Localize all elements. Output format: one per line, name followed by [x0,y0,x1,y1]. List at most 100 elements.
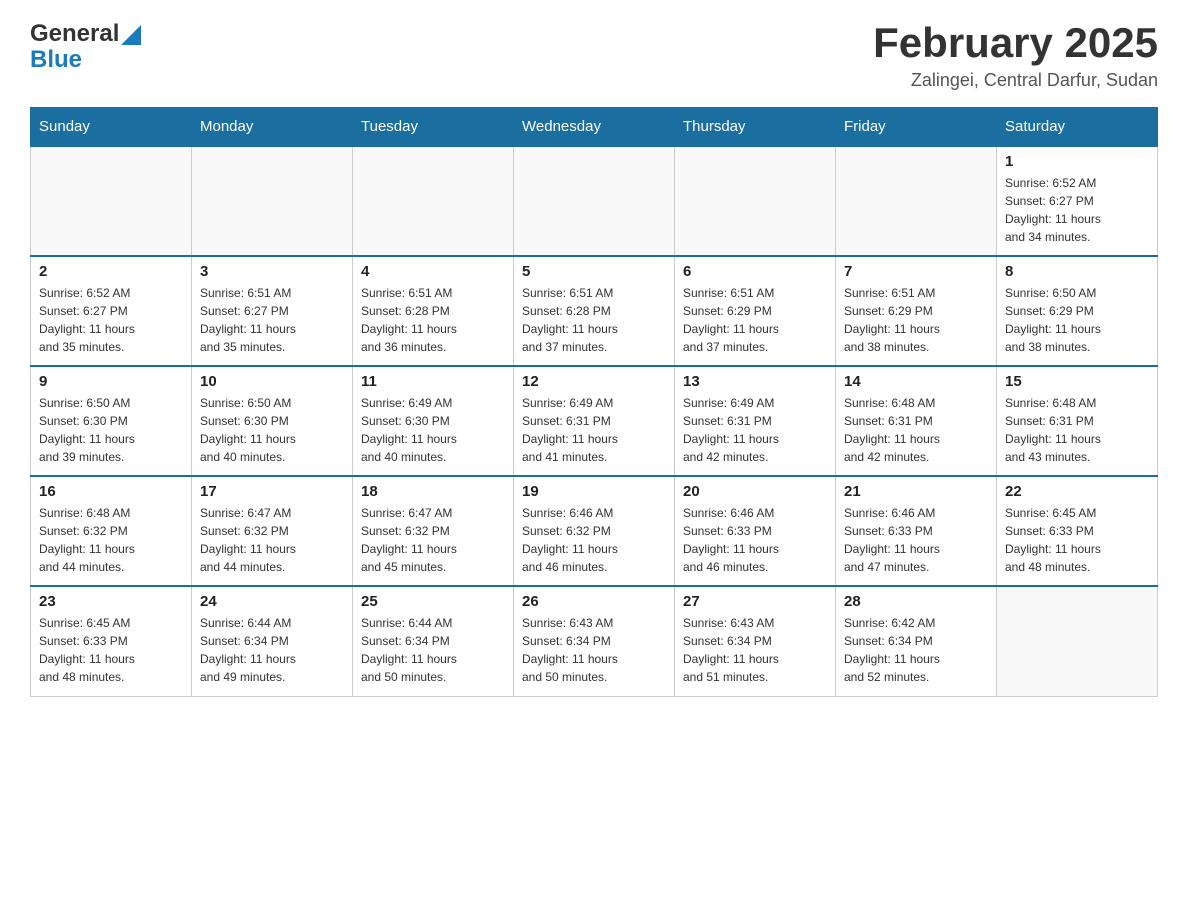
day-number: 18 [361,483,505,500]
day-info: Sunrise: 6:47 AM Sunset: 6:32 PM Dayligh… [361,504,505,576]
day-number: 9 [39,373,183,390]
calendar-week-row: 9 Sunrise: 6:50 AM Sunset: 6:30 PM Daylig… [31,366,1158,476]
day-info: Sunrise: 6:44 AM Sunset: 6:34 PM Dayligh… [200,614,344,686]
calendar-cell: 12 Sunrise: 6:49 AM Sunset: 6:31 PM Dayli… [514,366,675,476]
calendar-header-row: SundayMondayTuesdayWednesdayThursdayFrid… [31,108,1158,147]
calendar-cell: 22Sunrise: 6:45 AM Sunset: 6:33 PM Dayli… [997,476,1158,586]
calendar-cell: 11 Sunrise: 6:49 AM Sunset: 6:30 PM Dayli… [353,366,514,476]
calendar-cell: 14 Sunrise: 6:48 AM Sunset: 6:31 PM Dayli… [836,366,997,476]
calendar-cell: 4 Sunrise: 6:51 AM Sunset: 6:28 PM Daylig… [353,256,514,366]
logo-blue-text: Blue [30,46,141,74]
day-number: 11 [361,373,505,390]
day-number: 17 [200,483,344,500]
calendar-header-friday: Friday [836,108,997,147]
calendar-cell: 27Sunrise: 6:43 AM Sunset: 6:34 PM Dayli… [675,586,836,696]
calendar-header-wednesday: Wednesday [514,108,675,147]
calendar-cell [514,146,675,256]
calendar-header-sunday: Sunday [31,108,192,147]
calendar-cell: 10 Sunrise: 6:50 AM Sunset: 6:30 PM Dayli… [192,366,353,476]
day-number: 1 [1005,153,1149,170]
day-number: 6 [683,263,827,280]
month-title: February 2025 [873,20,1158,66]
day-info: Sunrise: 6:46 AM Sunset: 6:33 PM Dayligh… [683,504,827,576]
calendar-cell: 17 Sunrise: 6:47 AM Sunset: 6:32 PM Dayli… [192,476,353,586]
calendar-cell [997,586,1158,696]
calendar-cell: 2Sunrise: 6:52 AM Sunset: 6:27 PM Daylig… [31,256,192,366]
calendar-cell: 18 Sunrise: 6:47 AM Sunset: 6:32 PM Dayli… [353,476,514,586]
calendar-cell: 20 Sunrise: 6:46 AM Sunset: 6:33 PM Dayli… [675,476,836,586]
title-block: February 2025 Zalingei, Central Darfur, … [873,20,1158,91]
day-number: 20 [683,483,827,500]
calendar-cell: 13 Sunrise: 6:49 AM Sunset: 6:31 PM Dayli… [675,366,836,476]
day-info: Sunrise: 6:49 AM Sunset: 6:30 PM Dayligh… [361,394,505,466]
day-number: 28 [844,593,988,610]
calendar-header-tuesday: Tuesday [353,108,514,147]
day-info: Sunrise: 6:48 AM Sunset: 6:32 PM Dayligh… [39,504,183,576]
logo-triangle-icon [121,25,141,45]
day-number: 16 [39,483,183,500]
day-number: 25 [361,593,505,610]
day-info: Sunrise: 6:42 AM Sunset: 6:34 PM Dayligh… [844,614,988,686]
calendar-cell: 3Sunrise: 6:51 AM Sunset: 6:27 PM Daylig… [192,256,353,366]
calendar-cell: 24Sunrise: 6:44 AM Sunset: 6:34 PM Dayli… [192,586,353,696]
day-info: Sunrise: 6:43 AM Sunset: 6:34 PM Dayligh… [683,614,827,686]
calendar-cell: 1 Sunrise: 6:52 AM Sunset: 6:27 PM Daylig… [997,146,1158,256]
day-number: 3 [200,263,344,280]
calendar-cell: 7Sunrise: 6:51 AM Sunset: 6:29 PM Daylig… [836,256,997,366]
calendar-week-row: 23 Sunrise: 6:45 AM Sunset: 6:33 PM Dayli… [31,586,1158,696]
day-info: Sunrise: 6:52 AM Sunset: 6:27 PM Dayligh… [39,284,183,356]
calendar-cell: 15Sunrise: 6:48 AM Sunset: 6:31 PM Dayli… [997,366,1158,476]
calendar-cell [836,146,997,256]
calendar-cell: 19 Sunrise: 6:46 AM Sunset: 6:32 PM Dayli… [514,476,675,586]
day-info: Sunrise: 6:49 AM Sunset: 6:31 PM Dayligh… [522,394,666,466]
calendar-cell [353,146,514,256]
day-info: Sunrise: 6:44 AM Sunset: 6:34 PM Dayligh… [361,614,505,686]
calendar-week-row: 1 Sunrise: 6:52 AM Sunset: 6:27 PM Daylig… [31,146,1158,256]
calendar-cell: 25 Sunrise: 6:44 AM Sunset: 6:34 PM Dayli… [353,586,514,696]
day-number: 5 [522,263,666,280]
calendar-cell: 28 Sunrise: 6:42 AM Sunset: 6:34 PM Dayli… [836,586,997,696]
day-number: 8 [1005,263,1149,280]
calendar-header-thursday: Thursday [675,108,836,147]
day-info: Sunrise: 6:50 AM Sunset: 6:30 PM Dayligh… [39,394,183,466]
calendar-table: SundayMondayTuesdayWednesdayThursdayFrid… [30,107,1158,697]
calendar-cell [31,146,192,256]
day-info: Sunrise: 6:48 AM Sunset: 6:31 PM Dayligh… [1005,394,1149,466]
page-header: General Blue February 2025 Zalingei, Cen… [30,20,1158,91]
day-number: 23 [39,593,183,610]
day-number: 14 [844,373,988,390]
day-number: 7 [844,263,988,280]
calendar-cell: 21Sunrise: 6:46 AM Sunset: 6:33 PM Dayli… [836,476,997,586]
day-number: 26 [522,593,666,610]
day-number: 19 [522,483,666,500]
day-info: Sunrise: 6:48 AM Sunset: 6:31 PM Dayligh… [844,394,988,466]
day-info: Sunrise: 6:46 AM Sunset: 6:33 PM Dayligh… [844,504,988,576]
day-info: Sunrise: 6:50 AM Sunset: 6:30 PM Dayligh… [200,394,344,466]
calendar-cell: 6Sunrise: 6:51 AM Sunset: 6:29 PM Daylig… [675,256,836,366]
calendar-cell: 8Sunrise: 6:50 AM Sunset: 6:29 PM Daylig… [997,256,1158,366]
calendar-cell: 16 Sunrise: 6:48 AM Sunset: 6:32 PM Dayli… [31,476,192,586]
day-info: Sunrise: 6:47 AM Sunset: 6:32 PM Dayligh… [200,504,344,576]
logo: General Blue [30,20,141,74]
day-info: Sunrise: 6:45 AM Sunset: 6:33 PM Dayligh… [39,614,183,686]
location-title: Zalingei, Central Darfur, Sudan [873,70,1158,91]
calendar-cell: 9 Sunrise: 6:50 AM Sunset: 6:30 PM Daylig… [31,366,192,476]
day-info: Sunrise: 6:51 AM Sunset: 6:28 PM Dayligh… [361,284,505,356]
day-number: 13 [683,373,827,390]
day-number: 10 [200,373,344,390]
day-number: 4 [361,263,505,280]
day-info: Sunrise: 6:51 AM Sunset: 6:28 PM Dayligh… [522,284,666,356]
calendar-cell [192,146,353,256]
calendar-header-saturday: Saturday [997,108,1158,147]
day-number: 12 [522,373,666,390]
day-info: Sunrise: 6:49 AM Sunset: 6:31 PM Dayligh… [683,394,827,466]
day-info: Sunrise: 6:43 AM Sunset: 6:34 PM Dayligh… [522,614,666,686]
calendar-week-row: 16 Sunrise: 6:48 AM Sunset: 6:32 PM Dayli… [31,476,1158,586]
calendar-cell: 23 Sunrise: 6:45 AM Sunset: 6:33 PM Dayli… [31,586,192,696]
calendar-header-monday: Monday [192,108,353,147]
day-info: Sunrise: 6:46 AM Sunset: 6:32 PM Dayligh… [522,504,666,576]
calendar-cell: 5 Sunrise: 6:51 AM Sunset: 6:28 PM Daylig… [514,256,675,366]
calendar-cell: 26 Sunrise: 6:43 AM Sunset: 6:34 PM Dayli… [514,586,675,696]
calendar-cell [675,146,836,256]
day-info: Sunrise: 6:52 AM Sunset: 6:27 PM Dayligh… [1005,174,1149,246]
